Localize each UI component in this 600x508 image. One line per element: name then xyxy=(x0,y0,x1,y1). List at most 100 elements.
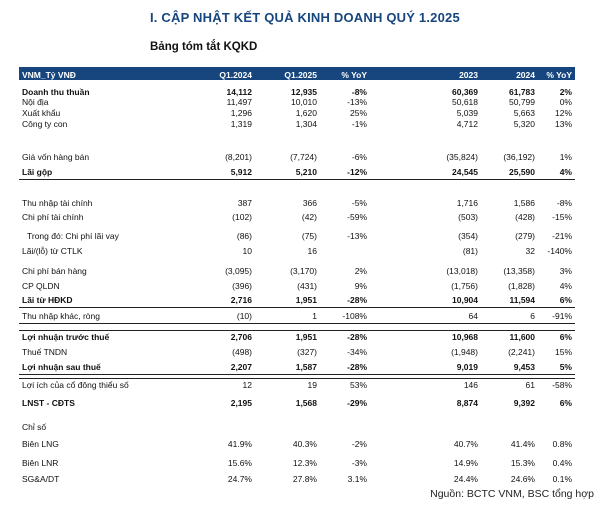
row-value: -12% xyxy=(347,167,367,177)
row-value: (3,095) xyxy=(225,266,252,276)
table-row: Biên LNG 41.9% 40.3% -2% 40.7% 41.4% 0.8% xyxy=(19,438,575,451)
row-label: SG&A/DT xyxy=(22,474,60,484)
table-row: Công ty con 1,319 1,304 -1% 4,712 5,320 13% xyxy=(19,118,575,131)
row-value: (3,170) xyxy=(290,266,317,276)
row-value: 25,590 xyxy=(509,167,535,177)
row-value: 1,586 xyxy=(513,198,535,208)
row-value: -8% xyxy=(556,198,572,208)
row-value: 387 xyxy=(237,198,252,208)
row-value: 366 xyxy=(302,198,317,208)
row-value: (279) xyxy=(515,231,535,241)
row-value: 1,319 xyxy=(230,119,252,129)
row-value: 3.1% xyxy=(347,474,367,484)
row-value: -59% xyxy=(347,212,367,222)
header-cell: 2023 xyxy=(459,70,478,80)
table-row: Thu nhập khác, ròng (10) 1 -108% 64 6 -91% xyxy=(19,310,575,324)
header-cell: Q1.2024 xyxy=(219,70,252,80)
row-value: (396) xyxy=(232,281,252,291)
row-value: 24.6% xyxy=(510,474,535,484)
row-value: (10) xyxy=(236,311,252,321)
row-value: 1,568 xyxy=(295,398,317,408)
row-label: Chi phí bán hàng xyxy=(22,266,87,276)
row-value: -6% xyxy=(351,152,367,162)
row-value: 15% xyxy=(554,347,572,357)
source-note: Nguồn: BCTC VNM, BSC tổng hợp xyxy=(430,488,594,500)
header-cell: 2024 xyxy=(516,70,535,80)
row-label: Chỉ số xyxy=(22,422,47,432)
row-value: 1,304 xyxy=(295,119,317,129)
row-value: 2,706 xyxy=(230,332,252,342)
row-value: (2,241) xyxy=(508,347,535,357)
row-value: 10,968 xyxy=(452,332,478,342)
row-value: 11,594 xyxy=(509,295,535,305)
row-value: 1,716 xyxy=(456,198,478,208)
row-value: -28% xyxy=(347,332,367,342)
table-row: LNST - CĐTS 2,195 1,568 -29% 8,874 9,392 6% xyxy=(19,397,575,410)
row-value: -34% xyxy=(347,347,367,357)
table-row: CP QLDN (396) (431) 9% (1,756) (1,828) 4% xyxy=(19,280,575,293)
row-label: Lãi từ HĐKD xyxy=(22,295,73,305)
row-label: Lợi ích của cổ đông thiểu số xyxy=(22,380,129,390)
row-label: CP QLDN xyxy=(22,281,60,291)
table-row: Chi phí tài chính (102) (42) -59% (503) (428)… xyxy=(19,211,575,224)
table-row: Biên LNR 15.6% 12.3% -3% 14.9% 15.3% 0.4% xyxy=(19,457,575,470)
row-value: (102) xyxy=(232,212,252,222)
row-value: 16 xyxy=(307,246,317,256)
row-label: Trong đó: Chi phí lãi vay xyxy=(27,231,119,241)
row-label: Biên LNR xyxy=(22,458,59,468)
row-value: 1,587 xyxy=(295,362,317,372)
row-value: 0.1% xyxy=(552,474,572,484)
row-value: 19 xyxy=(307,380,317,390)
row-value: (1,948) xyxy=(451,347,478,357)
row-value: (42) xyxy=(301,212,317,222)
row-value: 41.4% xyxy=(510,439,535,449)
table-row: Lợi ích của cổ đông thiểu số 12 19 53% 146 61… xyxy=(19,378,575,392)
row-value: 24.7% xyxy=(227,474,252,484)
row-value: 1% xyxy=(559,152,572,162)
row-label: Lãi/(lỗ) từ CTLK xyxy=(22,246,83,256)
table-header: VNM_Tỷ VNĐ Q1.2024 Q1.2025 % YoY 2023 20… xyxy=(19,67,575,80)
table-row: Trong đó: Chi phí lãi vay (86) (75) -13% (35… xyxy=(19,230,575,243)
row-label: Giá vốn hàng bán xyxy=(22,152,90,162)
row-value: 146 xyxy=(463,380,478,390)
row-value: -2% xyxy=(351,439,367,449)
row-value: (36,192) xyxy=(503,152,535,162)
row-label: Lợi nhuận trước thuế xyxy=(22,332,110,342)
row-value: (431) xyxy=(297,281,317,291)
row-value: 15.3% xyxy=(510,458,535,468)
row-value: 2,207 xyxy=(230,362,252,372)
row-value: 1,951 xyxy=(295,295,317,305)
row-value: (8,201) xyxy=(225,152,252,162)
row-value: 61 xyxy=(525,380,535,390)
row-value: -28% xyxy=(347,362,367,372)
row-value: 40.3% xyxy=(292,439,317,449)
row-value: 6% xyxy=(559,398,572,408)
row-value: -140% xyxy=(547,246,572,256)
row-value: 24.4% xyxy=(453,474,478,484)
row-value: 1,951 xyxy=(295,332,317,342)
row-value: 9% xyxy=(354,281,367,291)
row-value: -28% xyxy=(347,295,367,305)
header-cell: VNM_Tỷ VNĐ xyxy=(22,70,76,80)
row-value: -1% xyxy=(351,119,367,129)
row-value: (13,018) xyxy=(446,266,478,276)
row-value: 41.9% xyxy=(227,439,252,449)
table-row: Chi phí bán hàng (3,095) (3,170) 2% (13,018)… xyxy=(19,265,575,278)
row-value: 53% xyxy=(349,380,367,390)
row-value: (498) xyxy=(232,347,252,357)
row-value: 15.6% xyxy=(227,458,252,468)
row-label: Lãi gộp xyxy=(22,167,53,177)
table-row: Thuế TNDN (498) (327) -34% (1,948) (2,241) 15% xyxy=(19,346,575,359)
row-label: Lợi nhuận sau thuế xyxy=(22,362,101,372)
row-value: 6% xyxy=(559,332,572,342)
row-value: (354) xyxy=(458,231,478,241)
row-value: -13% xyxy=(347,231,367,241)
report-title: I. CẬP NHẬT KẾT QUẢ KINH DOANH QUÝ 1.202… xyxy=(150,10,460,25)
table-row: Lợi nhuận trước thuế 2,706 1,951 -28% 10,968… xyxy=(19,330,575,344)
row-value: (428) xyxy=(515,212,535,222)
row-value: 5,320 xyxy=(513,119,535,129)
row-value: 6% xyxy=(559,295,572,305)
row-value: 8,874 xyxy=(456,398,478,408)
row-value: 12.3% xyxy=(292,458,317,468)
row-value: -91% xyxy=(552,311,572,321)
